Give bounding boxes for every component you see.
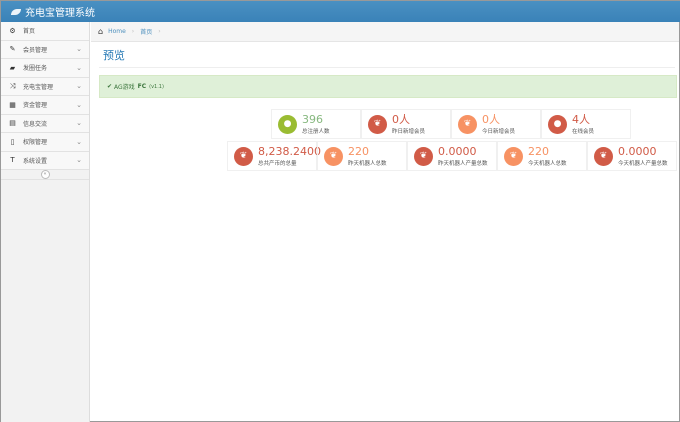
sidebar-collapse: « — [1, 170, 89, 180]
app-header: 充电宝管理系统 — [1, 1, 680, 22]
twitter-icon: ❦ — [458, 114, 477, 134]
stats-row-1: ● 396 总注册人数 ❦ 0人昨日新增会员 ❦ 0人今日新增会员 ● 4人在线会员 — [271, 109, 631, 139]
stat-label: 总共产币的总量 — [258, 160, 297, 167]
book-icon: ▰ — [9, 63, 16, 72]
chevron-down-icon: ⌄ — [76, 137, 82, 146]
stat-label: 总注册人数 — [302, 128, 330, 135]
sidebar-item-label: 资金管理 — [23, 102, 48, 110]
sidebar-item-1[interactable]: ✎ 会员管理 ⌄ — [1, 40, 89, 59]
chevron-down-icon: ⌄ — [76, 156, 82, 165]
sidebar-item-6[interactable]: ▯ 权限管理 ⌄ — [1, 133, 89, 152]
alert-text: AG游戏 — [113, 84, 135, 91]
stat-label: 今日新增会员 — [482, 128, 516, 135]
stat-label: 昨天机器人产量总数 — [438, 160, 488, 167]
breadcrumb-current[interactable]: 首页 — [140, 27, 152, 36]
file-icon: ▯ — [10, 137, 15, 146]
sidebar-item-7[interactable]: T 系统设置 ⌄ — [1, 151, 89, 170]
sidebar-item-label: 发圈任务 — [23, 65, 48, 73]
check-icon: ✔ — [107, 83, 113, 90]
breadcrumb: ⌂ Home › 首页 › — [91, 22, 679, 42]
alert-version: (v1.1) — [149, 83, 164, 90]
stat-value: 220 — [348, 144, 369, 158]
breadcrumb-separator: › — [131, 28, 135, 35]
alert-bold: FC — [137, 83, 147, 90]
stats-row-2: ❦ 8,238.2400 总共产币的总量 ❦ 220 昨天机器人总数 ❦ 0.0000 昨天机器… — [227, 141, 677, 171]
sidebar: ⚙ 首页 ✎ 会员管理 ⌄ ▰ 发圈任务 ⌄ ⤨ 充电宝管理 ⌄ ▦ 资金管理 ⌄ ▤ 信息交流 ⌄ ▯ 权限管理 ⌄… — [1, 22, 90, 422]
sidebar-item-0[interactable]: ⚙ 首页 — [1, 22, 89, 41]
twitter-icon: ❦ — [234, 146, 253, 166]
stat-box: ❦ 220 昨天机器人总数 — [317, 141, 407, 171]
stat-box: ❦ 8,238.2400 总共产币的总量 — [227, 141, 321, 171]
stat-value: 0.0000 — [438, 144, 477, 158]
page-title: 预览 — [103, 49, 125, 62]
stat-box: ● 396 总注册人数 — [271, 109, 361, 139]
leaf-icon — [11, 8, 21, 15]
twitter-icon: ❦ — [368, 114, 387, 134]
sidebar-item-5[interactable]: ▤ 信息交流 ⌄ — [1, 114, 89, 133]
edit-icon: ✎ — [9, 45, 16, 54]
stat-label: 在线会员 — [572, 128, 595, 135]
breadcrumb-home[interactable]: Home — [108, 28, 126, 35]
app-title[interactable]: 充电宝管理系统 — [25, 4, 95, 19]
stat-label: 昨天机器人总数 — [348, 160, 387, 167]
stat-box: ❦ 0人今日新增会员 — [451, 109, 541, 139]
twitter-icon: ❦ — [324, 146, 343, 166]
home-icon: ⌂ — [98, 27, 104, 36]
chevron-down-icon: ⌄ — [76, 45, 82, 54]
twitter-icon: ❦ — [504, 146, 523, 166]
version-alert: ✔ AG游戏 FC (v1.1) — [99, 75, 677, 98]
sidebar-item-label: 会员管理 — [23, 46, 48, 54]
sidebar-item-4[interactable]: ▦ 资金管理 ⌄ — [1, 96, 89, 115]
stat-label: 今天机器人产量总数 — [618, 160, 668, 167]
sidebar-item-3[interactable]: ⤨ 充电宝管理 ⌄ — [1, 77, 89, 96]
stat-value: 0人 — [482, 112, 500, 126]
stat-value: 220 — [528, 144, 549, 158]
stat-box: ❦ 0.0000 今天机器人产量总数 — [587, 141, 677, 171]
stat-box: ● 4人在线会员 — [541, 109, 631, 139]
comments-icon: ● — [548, 114, 567, 134]
twitter-icon: ❦ — [594, 146, 613, 166]
chevron-down-icon: ⌄ — [76, 63, 82, 72]
stat-value: 0人 — [392, 112, 410, 126]
stat-value: 396 — [302, 112, 323, 126]
twitter-icon: ❦ — [414, 146, 433, 166]
sidebar-item-label: 权限管理 — [23, 139, 48, 147]
stat-label: 昨日新增会员 — [392, 128, 426, 135]
chevron-down-icon: ⌄ — [76, 100, 82, 109]
stat-box: ❦ 220 今天机器人总数 — [497, 141, 587, 171]
sidebar-item-2[interactable]: ▰ 发圈任务 ⌄ — [1, 59, 89, 78]
text-icon: T — [10, 156, 15, 165]
sidebar-item-label: 首页 — [23, 28, 36, 36]
stat-label: 今天机器人总数 — [528, 160, 567, 167]
stat-box: ❦ 0.0000 昨天机器人产量总数 — [407, 141, 497, 171]
breadcrumb-separator: › — [158, 28, 161, 35]
calendar-icon: ▦ — [9, 100, 16, 109]
stat-value: 4人 — [572, 112, 590, 126]
stat-box: ❦ 0人昨日新增会员 — [361, 109, 451, 139]
stat-value: 8,238.2400 — [258, 144, 321, 158]
dashboard-icon: ⚙ — [9, 26, 16, 35]
stat-value: 0.0000 — [618, 144, 657, 158]
chevron-down-icon: ⌄ — [76, 119, 82, 128]
chevron-down-icon: ⌄ — [76, 82, 82, 91]
divider — [99, 67, 675, 68]
collapse-icon[interactable]: « — [40, 170, 50, 179]
sidebar-item-label: 充电宝管理 — [23, 83, 54, 91]
random-icon: ⤨ — [9, 81, 16, 90]
sidebar-item-label: 信息交流 — [23, 120, 48, 128]
list-icon: ▤ — [9, 119, 16, 128]
sidebar-item-label: 系统设置 — [23, 157, 48, 165]
comments-icon: ● — [278, 114, 297, 134]
